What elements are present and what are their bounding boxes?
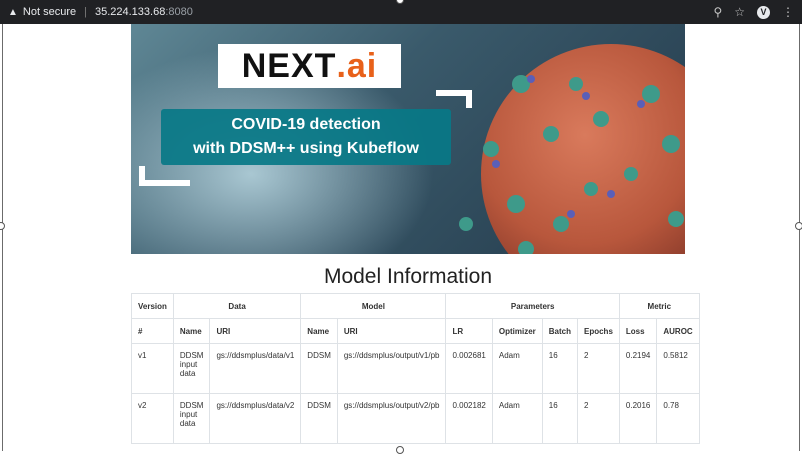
cell-loss: 0.2016: [618, 393, 658, 444]
col-version-number: #: [131, 318, 174, 344]
col-group-data: Data: [172, 293, 302, 319]
col-data-name: Name: [172, 318, 211, 344]
url-host[interactable]: 35.224.133.68: [95, 6, 165, 18]
nextai-logo: NEXT. ai: [218, 44, 401, 88]
col-loss: Loss: [618, 318, 658, 344]
banner-title-box: COVID-19 detection with DDSM++ using Kub…: [161, 109, 451, 165]
col-optimizer: Optimizer: [491, 318, 543, 344]
corner-bracket-decoration: [436, 90, 472, 108]
warning-icon[interactable]: ▲: [8, 7, 18, 18]
cell-lr: 0.002681: [445, 343, 493, 394]
col-batch: Batch: [541, 318, 579, 344]
col-data-uri: URI: [209, 318, 302, 344]
table-row: v1 DDSM input data gs://ddsmplus/data/v1…: [131, 343, 700, 394]
col-group-parameters: Parameters: [445, 293, 620, 319]
col-group-metric: Metric: [618, 293, 700, 319]
cell-data-name: DDSM input data: [172, 393, 211, 444]
resize-handle-right[interactable]: [795, 222, 802, 230]
frame-left-edge: [2, 24, 3, 451]
col-lr: LR: [445, 318, 493, 344]
cell-model-uri: gs://ddsmplus/output/v2/pb: [336, 393, 447, 444]
zoom-icon[interactable]: ⚲: [713, 5, 722, 19]
browser-actions: ⚲ ☆ V ⋮: [713, 5, 794, 19]
cell-auroc: 0.78: [656, 393, 700, 444]
cell-lr: 0.002182: [445, 393, 493, 444]
cell-batch: 16: [541, 343, 579, 394]
col-model-uri: URI: [336, 318, 447, 344]
table-sub-header-row: # Name URI Name URI LR Optimizer Batch E…: [131, 318, 700, 344]
col-group-version: Version: [131, 293, 174, 319]
security-label[interactable]: Not secure: [23, 6, 76, 18]
cell-version: v2: [131, 393, 174, 444]
separator: |: [84, 6, 87, 18]
hero-banner: NEXT. ai COVID-19 detection with DDSM++ u…: [131, 24, 685, 254]
model-info-table: Version Data Model Parameters Metric # N…: [131, 293, 700, 444]
resize-handle-bottom[interactable]: [396, 446, 404, 454]
cell-loss: 0.2194: [618, 343, 658, 394]
frame-right-edge: [799, 24, 800, 451]
table-row: v2 DDSM input data gs://ddsmplus/data/v2…: [131, 393, 700, 444]
cell-optimizer: Adam: [491, 343, 543, 394]
cell-epochs: 2: [577, 343, 620, 394]
url-port[interactable]: :8080: [165, 6, 193, 18]
corner-bracket-decoration: [139, 166, 190, 186]
col-model-name: Name: [300, 318, 338, 344]
cell-model-name: DDSM: [300, 393, 338, 444]
menu-icon[interactable]: ⋮: [782, 5, 794, 19]
cell-epochs: 2: [577, 393, 620, 444]
cell-auroc: 0.5812: [656, 343, 700, 394]
col-group-model: Model: [300, 293, 447, 319]
table-group-header-row: Version Data Model Parameters Metric: [131, 293, 700, 319]
cell-data-name: DDSM input data: [172, 343, 211, 394]
page-title: Model Information: [323, 265, 493, 288]
resize-handle-left[interactable]: [0, 222, 5, 230]
banner-title-line1: COVID-19 detection: [231, 116, 381, 133]
cell-batch: 16: [541, 393, 579, 444]
cell-data-uri: gs://ddsmplus/data/v1: [209, 343, 302, 394]
cell-model-name: DDSM: [300, 343, 338, 394]
cell-data-uri: gs://ddsmplus/data/v2: [209, 393, 302, 444]
cell-optimizer: Adam: [491, 393, 543, 444]
col-auroc: AUROC: [656, 318, 700, 344]
col-epochs: Epochs: [577, 318, 620, 344]
banner-title-line2: with DDSM++ using Kubeflow: [193, 140, 419, 157]
cell-model-uri: gs://ddsmplus/output/v1/pb: [336, 343, 447, 394]
bookmark-star-icon[interactable]: ☆: [734, 5, 745, 19]
cell-version: v1: [131, 343, 174, 394]
extension-icon[interactable]: V: [757, 5, 770, 19]
